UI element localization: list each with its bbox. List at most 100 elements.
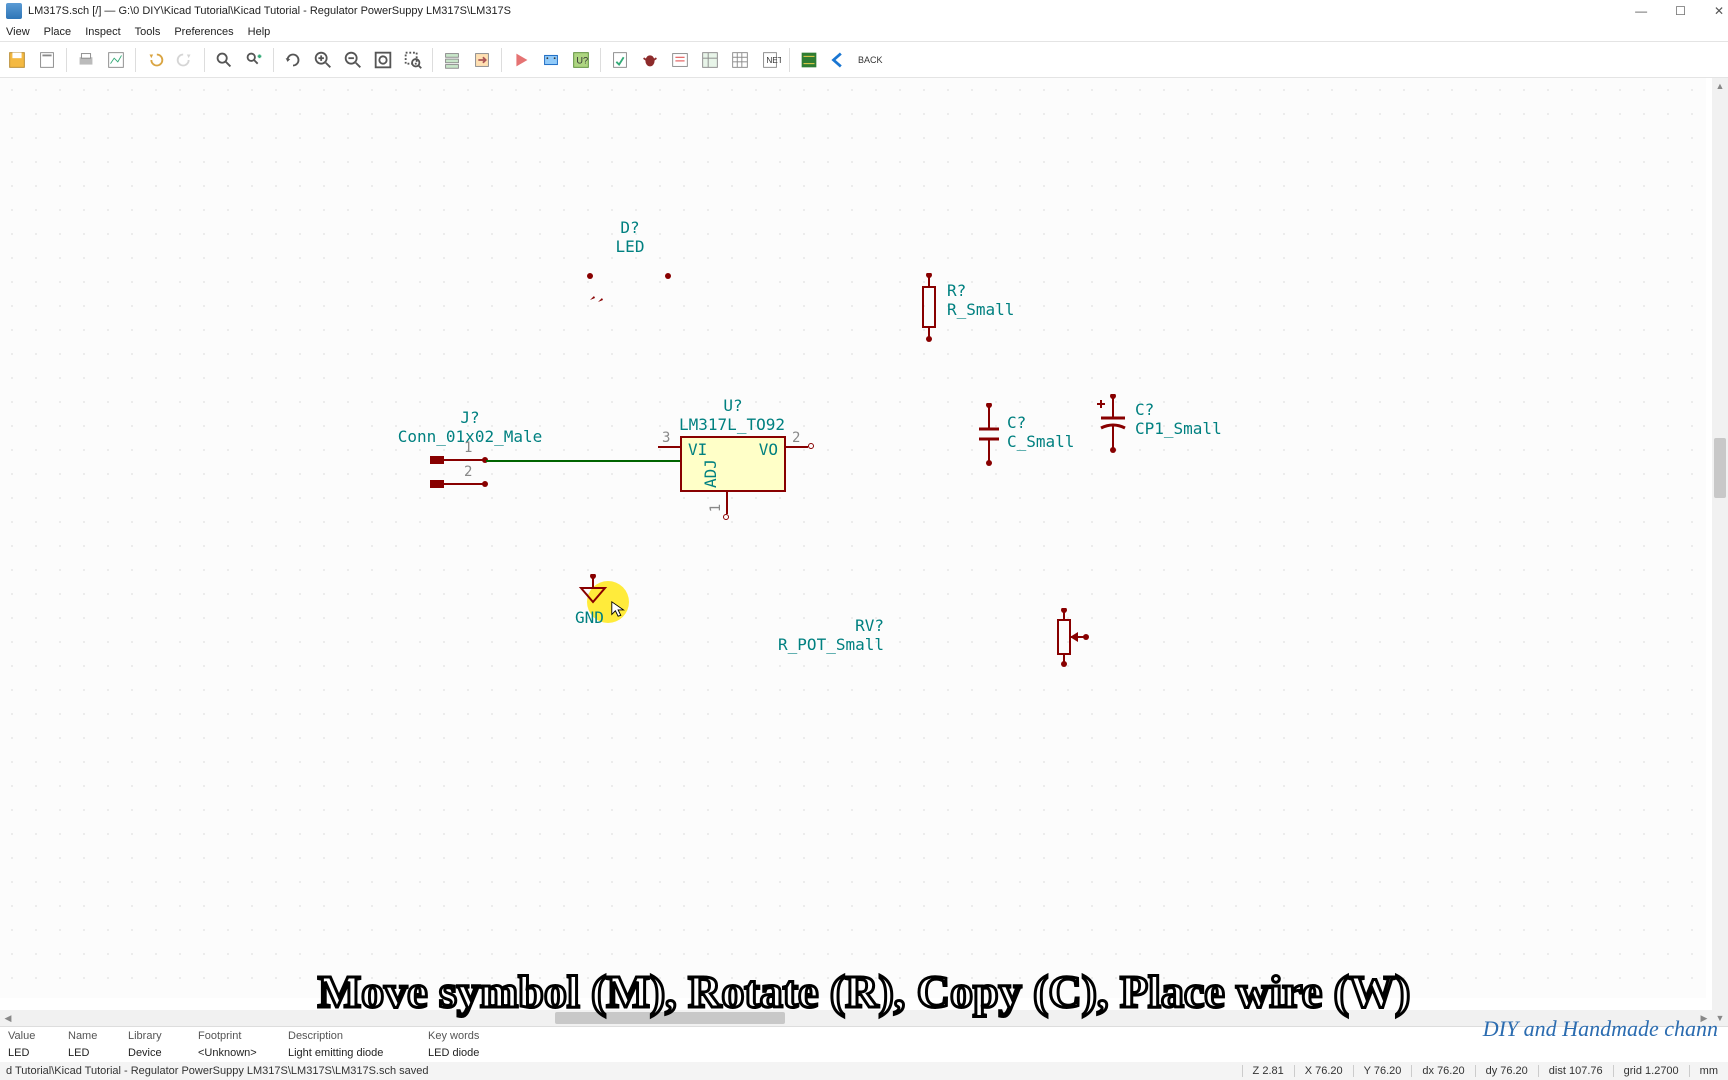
redo-icon[interactable] (172, 47, 198, 73)
run-simulator-icon[interactable] (508, 47, 534, 73)
bom-icon[interactable] (727, 47, 753, 73)
info-header-library: Library (120, 1030, 190, 1042)
bug-icon[interactable] (637, 47, 663, 73)
annotate-icon[interactable]: U? (568, 47, 594, 73)
scroll-left-arrow-icon[interactable]: ◀ (0, 1010, 16, 1026)
info-value-keywords: LED diode (420, 1047, 520, 1059)
channel-watermark: DIY and Handmade chann (1483, 1016, 1718, 1042)
cap-pol-symbol-icon (1095, 394, 1135, 464)
toolbar: U? NET BACK (0, 42, 1728, 78)
status-grid: grid 1.2700 (1613, 1065, 1689, 1077)
capacitor-ref: C? (1007, 413, 1074, 432)
regulator-pin-adj-num: 1 (708, 504, 724, 512)
led-symbol-icon (580, 256, 680, 306)
tutorial-overlay-text: Move symbol (M), Rotate (R), Copy (C), P… (318, 965, 1411, 1018)
regulator-pin-vi-num: 3 (662, 430, 670, 446)
erc-icon[interactable] (607, 47, 633, 73)
status-y: Y 76.20 (1353, 1065, 1412, 1077)
regulator-pin-vo: VO (759, 440, 778, 459)
info-table: Value Name Library Footprint Description… (0, 1026, 1728, 1062)
wire-conn-to-reg[interactable] (486, 460, 681, 462)
menu-preferences[interactable]: Preferences (174, 26, 233, 38)
titlebar: LM317S.sch [/] — G:\0 DIY\Kicad Tutorial… (0, 0, 1728, 22)
plot-icon[interactable] (103, 47, 129, 73)
regulator-pin-adj: ADJ (701, 459, 720, 488)
app-icon (6, 3, 22, 19)
resistor-symbol-icon (915, 273, 945, 343)
info-header-footprint: Footprint (190, 1030, 280, 1042)
connector-symbol-icon (430, 448, 550, 498)
find-icon[interactable] (211, 47, 237, 73)
leave-sheet-icon[interactable] (469, 47, 495, 73)
generate-netlist-icon[interactable]: NET (757, 47, 783, 73)
resistor-ref: R? (947, 281, 1014, 300)
zoom-fit-icon[interactable] (370, 47, 396, 73)
scroll-up-arrow-icon[interactable]: ▲ (1712, 78, 1728, 94)
assign-footprints-icon[interactable] (667, 47, 693, 73)
zoom-in-icon[interactable] (310, 47, 336, 73)
vertical-scrollbar[interactable]: ▲ ▼ (1712, 78, 1728, 1026)
info-value-description: Light emitting diode (280, 1047, 420, 1059)
info-value-footprint: <Unknown> (190, 1047, 280, 1059)
print-icon[interactable] (73, 47, 99, 73)
component-connector[interactable]: J? Conn_01x02_Male 1 2 (380, 408, 560, 446)
component-resistor[interactable]: R? R_Small (915, 273, 945, 346)
info-header-keywords: Key words (420, 1030, 520, 1042)
pot-value: R_POT_Small (744, 635, 884, 654)
regulator-ref: U? (680, 396, 786, 415)
status-message: d Tutorial\Kicad Tutorial - Regulator Po… (0, 1065, 1242, 1077)
regulator-value: LM317L_TO92 (662, 415, 802, 434)
zoom-out-icon[interactable] (340, 47, 366, 73)
connector-pin1: 1 (464, 440, 472, 456)
menu-place[interactable]: Place (44, 26, 72, 38)
connector-ref: J? (380, 408, 560, 427)
pot-symbol-icon (1050, 608, 1100, 668)
undo-icon[interactable] (142, 47, 168, 73)
menu-tools[interactable]: Tools (135, 26, 161, 38)
info-value-library: Device (120, 1047, 190, 1059)
regulator-adj-endpoint (723, 514, 729, 520)
hierarchy-icon[interactable] (439, 47, 465, 73)
cap-pol-ref: C? (1135, 400, 1222, 419)
window-title: LM317S.sch [/] — G:\0 DIY\Kicad Tutorial… (28, 5, 511, 17)
minimize-button[interactable]: — (1635, 4, 1647, 18)
regulator-pin-vi-line (658, 446, 680, 448)
pcb-icon[interactable] (796, 47, 822, 73)
schematic-canvas[interactable]: D? LED (0, 78, 1706, 998)
pot-ref: RV? (744, 616, 884, 635)
back-icon[interactable] (826, 47, 852, 73)
component-gnd[interactable]: GND (575, 574, 615, 617)
save-icon[interactable] (4, 47, 30, 73)
menu-view[interactable]: View (6, 26, 30, 38)
menu-inspect[interactable]: Inspect (85, 26, 120, 38)
status-unit: mm (1689, 1065, 1728, 1077)
footprint-icon[interactable] (538, 47, 564, 73)
capacitor-value: C_Small (1007, 432, 1074, 451)
gnd-label: GND (575, 608, 604, 627)
regulator-body: VI VO ADJ (680, 436, 786, 492)
menubar: View Place Inspect Tools Preferences Hel… (0, 22, 1728, 42)
maximize-button[interactable]: ☐ (1675, 4, 1686, 18)
find-replace-icon[interactable] (241, 47, 267, 73)
refresh-icon[interactable] (280, 47, 306, 73)
led-ref: D? (580, 218, 680, 237)
info-value-name: LED (60, 1047, 120, 1059)
component-capacitor[interactable]: C? C_Small (975, 403, 1005, 476)
info-header-name: Name (60, 1030, 120, 1042)
page-settings-icon[interactable] (34, 47, 60, 73)
edit-fields-icon[interactable] (697, 47, 723, 73)
component-capacitor-polarized[interactable]: C? CP1_Small (1095, 394, 1135, 467)
info-value-value: LED (0, 1047, 60, 1059)
component-regulator[interactable]: U? LM317L_TO92 VI VO ADJ 3 2 1 (680, 396, 802, 492)
status-zoom: Z 2.81 (1242, 1065, 1294, 1077)
menu-help[interactable]: Help (248, 26, 271, 38)
svg-text:U?: U? (576, 55, 588, 65)
led-value: LED (580, 237, 680, 256)
vertical-scroll-thumb[interactable] (1714, 438, 1726, 498)
close-button[interactable]: ✕ (1714, 4, 1724, 18)
connector-pin2: 2 (464, 464, 472, 480)
component-led[interactable]: D? LED (580, 218, 680, 309)
regulator-pin-vi: VI (688, 440, 707, 459)
status-dy: dy 76.20 (1475, 1065, 1538, 1077)
zoom-selection-icon[interactable] (400, 47, 426, 73)
